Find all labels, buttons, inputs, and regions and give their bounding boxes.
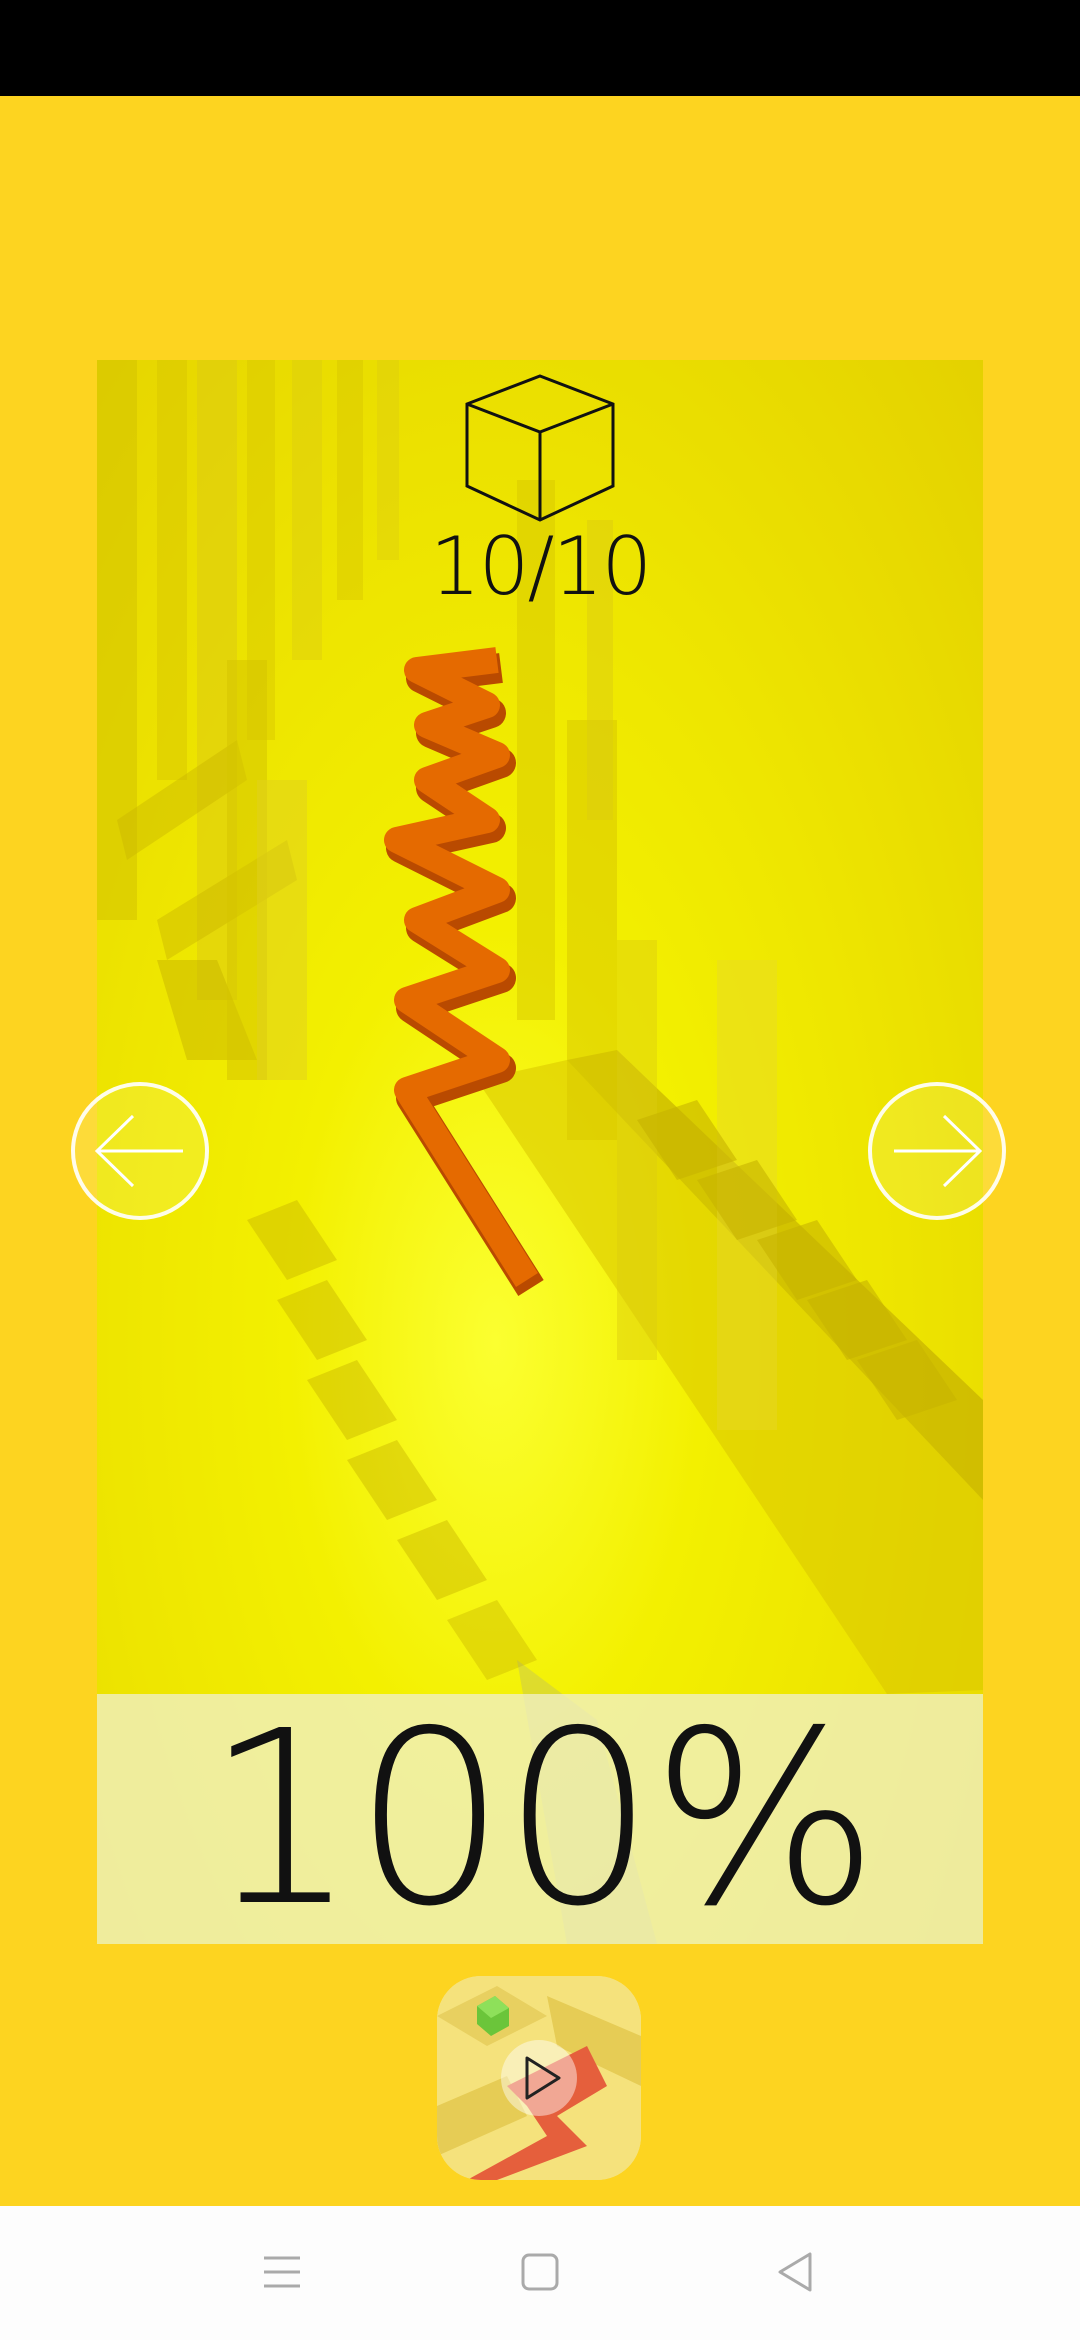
square-home-icon bbox=[521, 2253, 559, 2291]
status-bar bbox=[0, 0, 1080, 96]
system-navigation-bar bbox=[0, 2206, 1080, 2340]
score-percent: 100% bbox=[204, 1679, 879, 1944]
level-progress-text: 10/10 bbox=[429, 520, 653, 613]
arrow-right-icon bbox=[894, 1114, 983, 1188]
arrow-left-icon bbox=[94, 1114, 183, 1188]
back-button[interactable] bbox=[766, 2242, 826, 2302]
home-button[interactable] bbox=[510, 2242, 570, 2302]
play-button[interactable] bbox=[437, 1976, 641, 2180]
cube-icon bbox=[465, 374, 615, 522]
back-triangle-icon bbox=[778, 2252, 812, 2292]
menu-icon bbox=[264, 2256, 300, 2288]
next-level-button[interactable] bbox=[868, 1082, 1006, 1220]
play-button-artwork bbox=[437, 1976, 641, 2180]
level-preview-card: 10/10 100% bbox=[97, 360, 983, 1944]
menu-button[interactable] bbox=[252, 2242, 312, 2302]
previous-level-button[interactable] bbox=[71, 1082, 209, 1220]
